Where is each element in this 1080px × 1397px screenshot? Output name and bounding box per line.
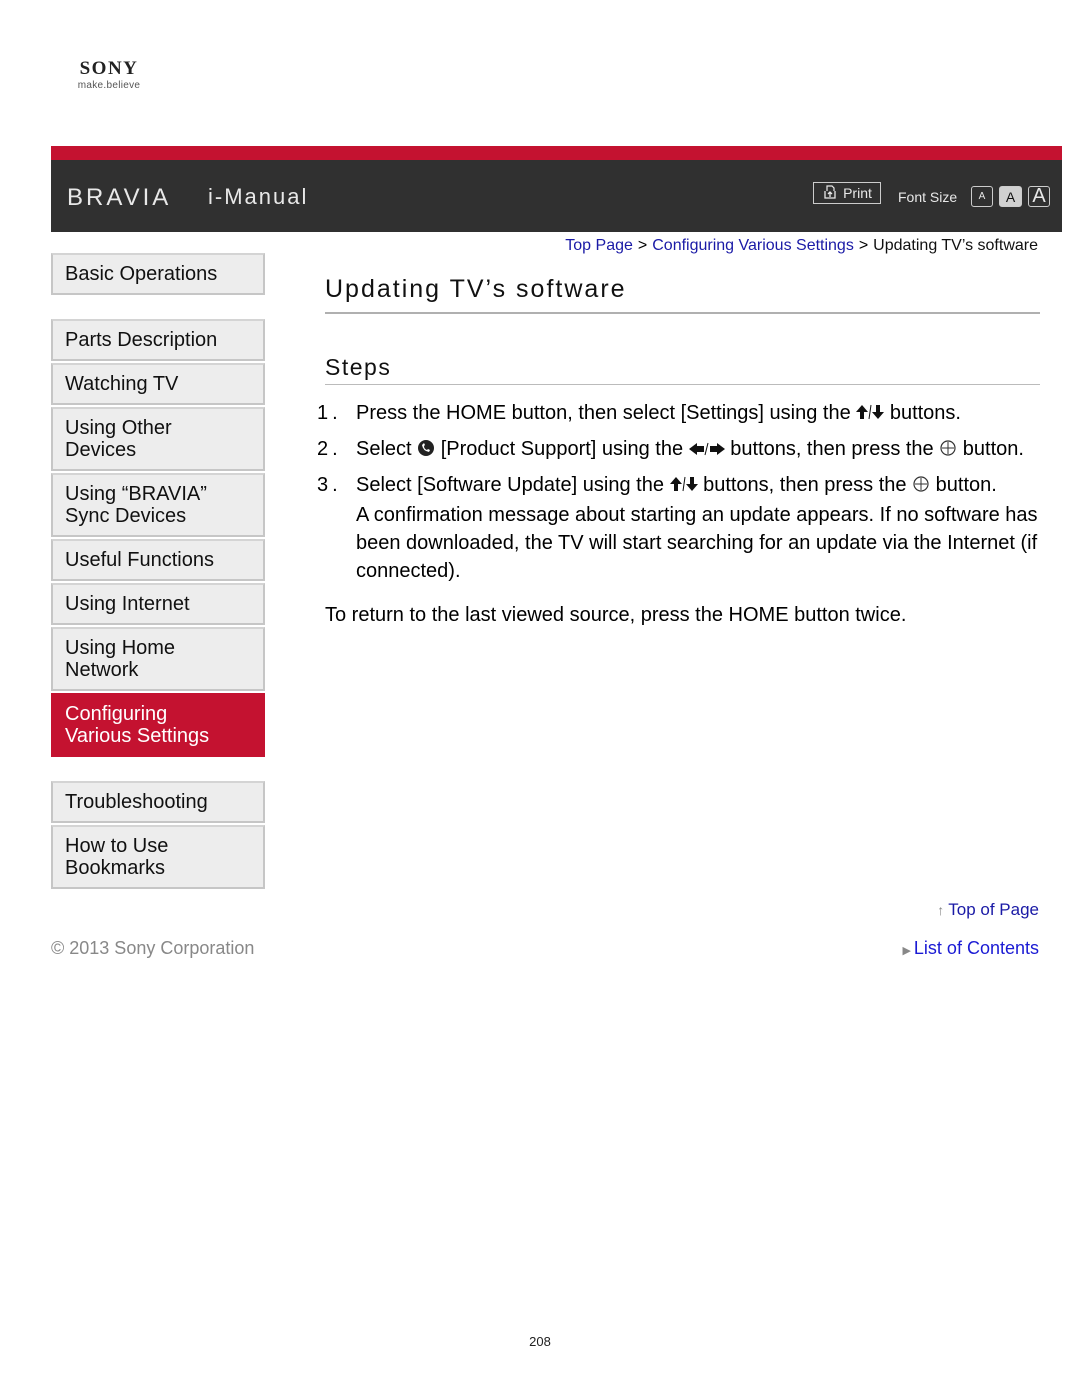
top-of-page-link[interactable]: ↑ Top of Page (937, 900, 1039, 920)
sidebar-item-troubleshooting[interactable]: Troubleshooting (51, 781, 265, 823)
sidebar-item-label: How to Use Bookmarks (65, 835, 169, 879)
font-size-small-button[interactable]: A (971, 186, 993, 207)
page-number: 208 (529, 1334, 551, 1349)
step-text: Select (356, 438, 418, 460)
list-of-contents-link[interactable]: ▶ List of Contents (902, 938, 1039, 959)
page-title: Updating TV’s software (325, 275, 1040, 314)
up-arrow-icon: ↑ (937, 902, 945, 918)
sidebar-item-label: Configuring Various Settings (65, 703, 210, 747)
sidebar-item-using-bravia-sync-devices[interactable]: Using “BRAVIA” Sync Devices (51, 473, 265, 537)
sidebar-item-label: Using Home Network (65, 637, 176, 681)
font-size-label: Font Size (898, 189, 958, 205)
print-button[interactable]: Print (813, 182, 881, 204)
product-support-icon (417, 437, 435, 465)
bravia-logo: BRAVIA (67, 184, 172, 211)
left-right-arrows-icon (688, 437, 725, 465)
print-label: Print (843, 185, 872, 201)
breadcrumb-configuring-various-settings[interactable]: Configuring Various Settings (652, 237, 854, 254)
breadcrumb-top-page[interactable]: Top Page (565, 237, 633, 254)
font-size-large-button[interactable]: A (1028, 185, 1050, 207)
step-text: button. (957, 438, 1024, 460)
step-item: 3. Select [Software Update] using the bu… (317, 471, 1040, 585)
font-size-medium-button[interactable]: A (999, 186, 1022, 207)
sony-tagline: make.believe (77, 80, 141, 91)
breadcrumb-separator: > (858, 237, 869, 254)
step-text: [Product Support] using the (435, 438, 689, 460)
breadcrumb: Top Page > Configuring Various Settings > Up… (565, 237, 1038, 255)
step-text: Press the HOME button, then select [Sett… (356, 402, 857, 424)
sidebar-item-label: Using Other Devices (65, 417, 172, 461)
breadcrumb-separator: > (637, 237, 648, 254)
sidebar-item-using-home-network[interactable]: Using Home Network (51, 627, 265, 691)
steps-list: 1. Press the HOME button, then select [S… (317, 399, 1040, 585)
sidebar-item-configuring-various-settings[interactable]: Configuring Various Settings (51, 693, 265, 757)
sidebar-item-useful-functions[interactable]: Useful Functions (51, 539, 265, 581)
header-accent-bar (51, 146, 1062, 160)
manual-title: i-Manual (208, 184, 309, 209)
sidebar-item-basic-operations[interactable]: Basic Operations (51, 253, 265, 295)
copyright: © 2013 Sony Corporation (51, 938, 255, 958)
step-number: 1. (317, 402, 342, 424)
sidebar-nav: Basic Operations Parts Description Watch… (51, 253, 265, 891)
main-content: Updating TV’s software Steps 1. Press th… (317, 275, 1040, 649)
step-item: 2. Select [Product Support] using the bu… (317, 435, 1040, 465)
sidebar-item-using-internet[interactable]: Using Internet (51, 583, 265, 625)
up-down-arrows-icon (856, 401, 885, 429)
step-number: 2. (317, 438, 342, 460)
breadcrumb-current: Updating TV’s software (873, 237, 1038, 254)
enter-button-icon (912, 473, 930, 501)
header-bar: BRAVIA i-Manual Print Font Size A A A (51, 146, 1062, 232)
sidebar-item-how-to-use-bookmarks[interactable]: How to Use Bookmarks (51, 825, 265, 889)
section-title-steps: Steps (325, 354, 1040, 385)
step-text: buttons, then press the (724, 438, 940, 460)
step-note: A confirmation message about starting an… (356, 504, 1038, 582)
return-note: To return to the last viewed source, pre… (325, 604, 907, 626)
step-text: button. (930, 474, 997, 496)
up-down-arrows-icon (669, 473, 698, 501)
step-text: Select [Software Update] using the (356, 474, 670, 496)
sidebar-item-label: Using “BRAVIA” Sync Devices (65, 483, 207, 527)
top-of-page-label: Top of Page (948, 900, 1039, 919)
list-of-contents-label: List of Contents (913, 938, 1039, 958)
sidebar-item-using-other-devices[interactable]: Using Other Devices (51, 407, 265, 471)
sidebar-item-watching-tv[interactable]: Watching TV (51, 363, 265, 405)
step-text: buttons, then press the (697, 474, 913, 496)
step-number: 3. (317, 474, 342, 496)
sony-logo: SONY make.believe (64, 58, 154, 91)
triangle-right-icon: ▶ (902, 945, 911, 957)
step-item: 1. Press the HOME button, then select [S… (317, 399, 1040, 429)
print-icon (822, 184, 838, 203)
step-text: buttons. (884, 402, 961, 424)
enter-button-icon (939, 437, 957, 465)
sony-brand: SONY (79, 58, 139, 79)
sidebar-item-parts-description[interactable]: Parts Description (51, 319, 265, 361)
